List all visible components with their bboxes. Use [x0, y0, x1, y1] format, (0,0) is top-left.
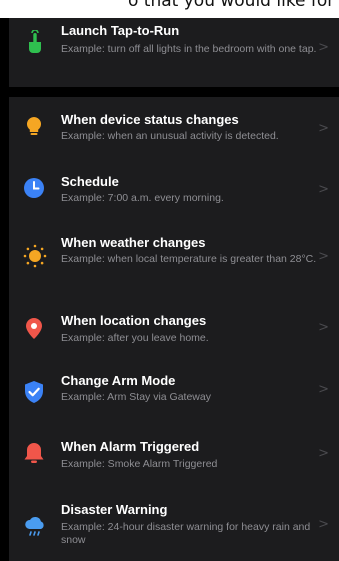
item-description: Example: 7:00 a.m. every morning. [61, 192, 224, 204]
rain-cloud-icon [23, 514, 45, 536]
item-title: When weather changes [61, 235, 206, 250]
list-item-location[interactable]: When location changes Example: after you… [9, 295, 339, 358]
item-description: Example: Smoke Alarm Triggered [61, 458, 218, 470]
item-title: Change Arm Mode [61, 373, 176, 388]
tap-hand-icon [23, 30, 45, 53]
chevron-right-icon: > [318, 40, 329, 55]
item-title: Schedule [61, 174, 119, 189]
alarm-bell-icon [23, 441, 45, 463]
clock-icon [23, 177, 45, 199]
chevron-right-icon: > [318, 182, 329, 197]
list-item-arm-mode[interactable]: Change Arm Mode Example: Arm Stay via Ga… [9, 358, 339, 421]
header-cropped-text: o that you would like for yo [128, 0, 339, 11]
chevron-right-icon: > [318, 121, 329, 136]
chevron-right-icon: > [318, 382, 329, 397]
create-scene-page: o that you would like for yo Launch Tap-… [0, 0, 339, 561]
tap-to-run-row[interactable]: Launch Tap-to-Run Example: turn off all … [9, 18, 339, 87]
tap-to-run-card[interactable]: Launch Tap-to-Run Example: turn off all … [9, 18, 339, 87]
shield-check-icon [23, 380, 45, 403]
tap-to-run-title: Launch Tap-to-Run [61, 23, 180, 38]
item-title: When device status changes [61, 112, 239, 127]
chevron-right-icon: > [318, 320, 329, 335]
list-item-disaster-warning[interactable]: Disaster Warning Example: 24-hour disast… [9, 484, 339, 561]
chevron-right-icon: > [318, 517, 329, 532]
sun-icon [23, 244, 47, 268]
conditions-list: When device status changes Example: when… [9, 97, 339, 561]
location-pin-icon [23, 317, 45, 339]
item-description: Example: after you leave home. [61, 332, 209, 344]
tap-to-run-description: Example: turn off all lights in the bedr… [61, 43, 317, 55]
item-title: When Alarm Triggered [61, 439, 200, 454]
list-item-weather[interactable]: When weather changes Example: when local… [9, 220, 339, 295]
lightbulb-icon [23, 115, 45, 137]
item-title: When location changes [61, 313, 207, 328]
chevron-right-icon: > [318, 446, 329, 461]
list-item-device-status[interactable]: When device status changes Example: when… [9, 97, 339, 159]
header-strip: o that you would like for yo [0, 0, 339, 18]
item-description: Example: Arm Stay via Gateway [61, 391, 211, 403]
list-item-alarm[interactable]: When Alarm Triggered Example: Smoke Alar… [9, 421, 339, 484]
item-title: Disaster Warning [61, 502, 168, 517]
list-item-schedule[interactable]: Schedule Example: 7:00 a.m. every mornin… [9, 159, 339, 220]
item-description: Example: when an unusual activity is det… [61, 130, 279, 142]
item-description: Example: when local temperature is great… [61, 253, 317, 265]
item-description: Example: 24-hour disaster warning for he… [61, 521, 311, 546]
chevron-right-icon: > [318, 249, 329, 264]
